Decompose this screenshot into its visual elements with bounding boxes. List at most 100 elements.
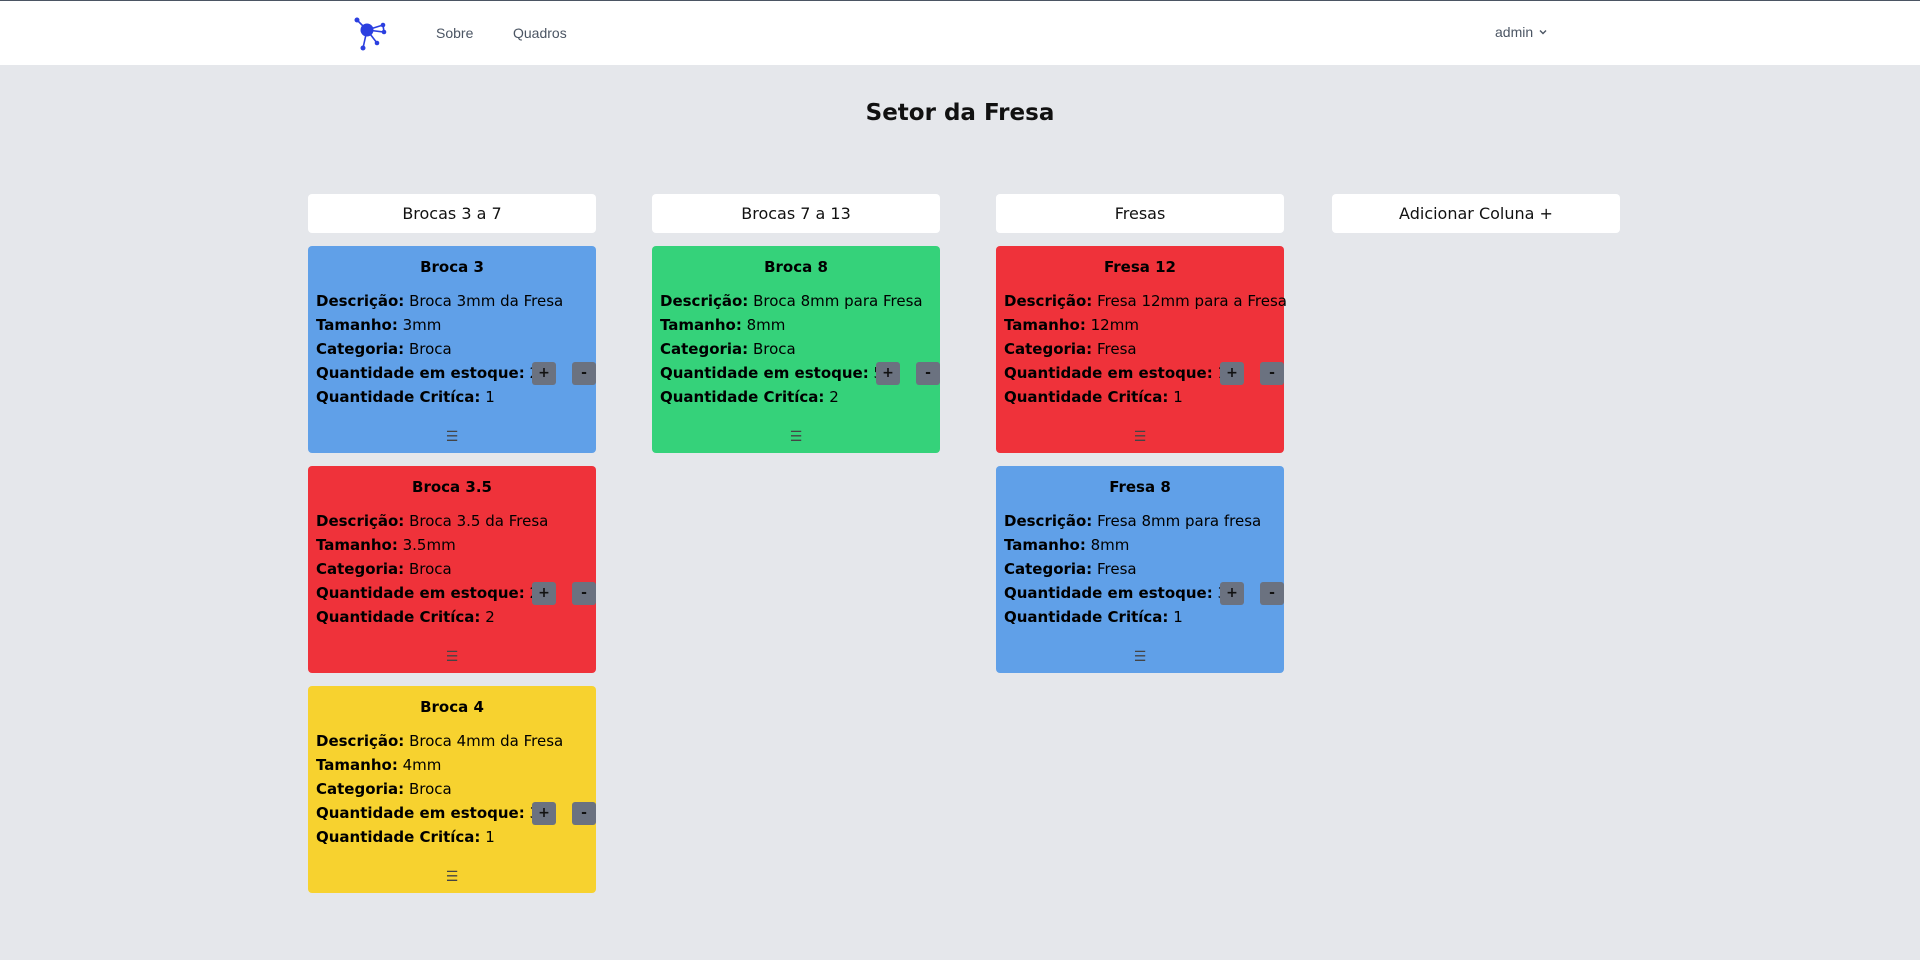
user-menu[interactable]: admin	[1495, 24, 1548, 40]
card-critical-row: Quantidade Critíca: 1	[1004, 385, 1276, 409]
card-critical-row: Quantidade Critíca: 2	[316, 605, 588, 629]
size-label: Tamanho:	[316, 536, 398, 554]
card-stock-row: Quantidade em estoque: 2 + -	[316, 361, 596, 385]
drag-handle-icon[interactable]: ☰	[996, 429, 1284, 445]
category-value: Broca	[408, 780, 452, 798]
description-value: Broca 4mm da Fresa	[409, 732, 564, 750]
card-description-row: Descrição: Fresa 8mm para fresa	[1004, 509, 1276, 533]
size-label: Tamanho:	[316, 316, 398, 334]
critical-label: Quantidade Critíca:	[1004, 388, 1169, 406]
nav-boards-link[interactable]: Quadros	[513, 25, 567, 41]
decrement-stock-button[interactable]: -	[1260, 362, 1284, 385]
critical-value: 2	[485, 608, 495, 626]
item-card[interactable]: Broca 4 Descrição: Broca 4mm da Fresa Ta…	[308, 686, 596, 893]
category-label: Categoria:	[660, 340, 749, 358]
column-header[interactable]: Brocas 3 a 7	[308, 194, 596, 233]
card-category-row: Categoria: Broca	[316, 557, 588, 581]
size-value: 8mm	[1090, 536, 1130, 554]
description-label: Descrição:	[660, 292, 749, 310]
card-size-row: Tamanho: 12mm	[1004, 313, 1276, 337]
card-stock-row: Quantidade em estoque: 5 + -	[660, 361, 940, 385]
description-label: Descrição:	[316, 512, 405, 530]
drag-handle-icon[interactable]: ☰	[308, 869, 596, 885]
nav-about-link[interactable]: Sobre	[436, 25, 473, 41]
critical-label: Quantidade Critíca:	[316, 828, 481, 846]
critical-label: Quantidade Critíca:	[1004, 608, 1169, 626]
decrement-stock-button[interactable]: -	[916, 362, 940, 385]
increment-stock-button[interactable]: +	[876, 362, 900, 385]
increment-stock-button[interactable]: +	[532, 362, 556, 385]
card-title: Broca 4	[420, 698, 484, 716]
network-logo-icon[interactable]	[353, 17, 387, 51]
decrement-stock-button[interactable]: -	[1260, 582, 1284, 605]
drag-handle-icon[interactable]: ☰	[996, 649, 1284, 665]
card-category-row: Categoria: Broca	[660, 337, 932, 361]
card-size-row: Tamanho: 3.5mm	[316, 533, 588, 557]
stock-label: Quantidade em estoque:	[316, 364, 525, 382]
critical-label: Quantidade Critíca:	[316, 388, 481, 406]
card-category-row: Categoria: Broca	[316, 337, 588, 361]
category-label: Categoria:	[1004, 560, 1093, 578]
category-value: Fresa	[1096, 560, 1137, 578]
category-value: Broca	[752, 340, 796, 358]
stock-label: Quantidade em estoque:	[316, 804, 525, 822]
card-description-row: Descrição: Broca 8mm para Fresa	[660, 289, 932, 313]
critical-value: 1	[1173, 388, 1183, 406]
critical-value: 2	[829, 388, 839, 406]
description-value: Fresa 8mm para fresa	[1097, 512, 1262, 530]
page-title: Setor da Fresa	[865, 100, 1055, 126]
increment-stock-button[interactable]: +	[1220, 362, 1244, 385]
category-label: Categoria:	[316, 560, 405, 578]
drag-handle-icon[interactable]: ☰	[652, 429, 940, 445]
description-value: Fresa 12mm para a Fresa	[1097, 292, 1287, 310]
drag-handle-icon[interactable]: ☰	[308, 649, 596, 665]
item-card[interactable]: Broca 3.5 Descrição: Broca 3.5 da Fresa …	[308, 466, 596, 673]
description-value: Broca 8mm para Fresa	[753, 292, 923, 310]
decrement-stock-button[interactable]: -	[572, 582, 596, 605]
size-label: Tamanho:	[660, 316, 742, 334]
card-description-row: Descrição: Fresa 12mm para a Fresa	[1004, 289, 1287, 313]
card-title: Fresa 8	[1109, 478, 1171, 496]
decrement-stock-button[interactable]: -	[572, 362, 596, 385]
top-navbar: Sobre Quadros admin	[0, 0, 1920, 65]
description-label: Descrição:	[1004, 512, 1093, 530]
card-size-row: Tamanho: 3mm	[316, 313, 588, 337]
size-label: Tamanho:	[1004, 536, 1086, 554]
description-label: Descrição:	[316, 732, 405, 750]
critical-value: 1	[1173, 608, 1183, 626]
category-value: Broca	[408, 560, 452, 578]
drag-handle-icon[interactable]: ☰	[308, 429, 596, 445]
card-description-row: Descrição: Broca 4mm da Fresa	[316, 729, 588, 753]
card-description-row: Descrição: Broca 3mm da Fresa	[316, 289, 588, 313]
increment-stock-button[interactable]: +	[1220, 582, 1244, 605]
decrement-stock-button[interactable]: -	[572, 802, 596, 825]
size-value: 12mm	[1090, 316, 1139, 334]
card-stock-row: Quantidade em estoque: 3 + -	[1004, 581, 1284, 605]
category-value: Broca	[408, 340, 452, 358]
item-card[interactable]: Broca 8 Descrição: Broca 8mm para Fresa …	[652, 246, 940, 453]
card-category-row: Categoria: Fresa	[1004, 337, 1276, 361]
critical-value: 1	[485, 388, 495, 406]
chevron-down-icon	[1539, 30, 1547, 35]
size-value: 3.5mm	[402, 536, 456, 554]
size-value: 3mm	[402, 316, 442, 334]
card-stock-row: Quantidade em estoque: 3 + -	[316, 801, 596, 825]
increment-stock-button[interactable]: +	[532, 802, 556, 825]
add-column-button[interactable]: Adicionar Coluna +	[1332, 194, 1620, 233]
column-header[interactable]: Fresas	[996, 194, 1284, 233]
card-category-row: Categoria: Fresa	[1004, 557, 1276, 581]
item-card[interactable]: Fresa 12 Descrição: Fresa 12mm para a Fr…	[996, 246, 1287, 453]
card-size-row: Tamanho: 8mm	[660, 313, 932, 337]
critical-label: Quantidade Critíca:	[316, 608, 481, 626]
card-critical-row: Quantidade Critíca: 2	[660, 385, 932, 409]
increment-stock-button[interactable]: +	[532, 582, 556, 605]
description-label: Descrição:	[316, 292, 405, 310]
item-card[interactable]: Fresa 8 Descrição: Fresa 8mm para fresa …	[996, 466, 1284, 673]
column-header[interactable]: Brocas 7 a 13	[652, 194, 940, 233]
item-card[interactable]: Broca 3 Descrição: Broca 3mm da Fresa Ta…	[308, 246, 596, 453]
description-value: Broca 3.5 da Fresa	[409, 512, 549, 530]
card-category-row: Categoria: Broca	[316, 777, 588, 801]
category-value: Fresa	[1096, 340, 1137, 358]
critical-label: Quantidade Critíca:	[660, 388, 825, 406]
description-label: Descrição:	[1004, 292, 1093, 310]
